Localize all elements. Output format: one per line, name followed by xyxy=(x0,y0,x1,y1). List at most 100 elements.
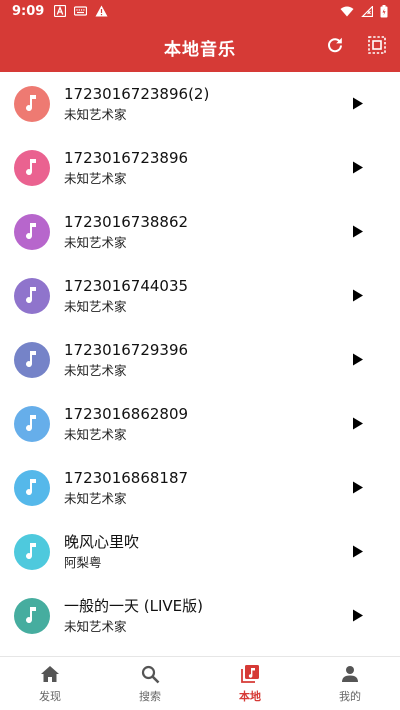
song-info: 1723016744035 未知艺术家 xyxy=(64,277,344,315)
song-row[interactable]: 1723016868187 未知艺术家 xyxy=(0,456,400,520)
song-artist: 未知艺术家 xyxy=(64,363,127,378)
song-info: 1723016738862 未知艺术家 xyxy=(64,213,344,251)
song-row[interactable]: 晚风心里吹 阿梨粤 xyxy=(0,520,400,584)
music-note-icon xyxy=(24,541,40,563)
song-cover xyxy=(14,278,50,314)
play-button[interactable] xyxy=(344,154,372,182)
keyboard-icon xyxy=(74,6,88,16)
play-button[interactable] xyxy=(344,282,372,310)
song-row[interactable]: 一般的一天 (LIVE版) 未知艺术家 xyxy=(0,584,400,648)
music-note-icon xyxy=(24,349,40,371)
music-note-icon xyxy=(24,605,40,627)
play-button[interactable] xyxy=(344,218,372,246)
song-info: 1723016868187 未知艺术家 xyxy=(64,469,344,507)
play-button[interactable] xyxy=(344,346,372,374)
music-note-icon xyxy=(24,93,40,115)
nav-item[interactable]: 搜索 xyxy=(100,657,200,710)
song-artist: 未知艺术家 xyxy=(64,427,127,442)
song-info: 晚风心里吹 阿梨粤 xyxy=(64,533,344,571)
song-artist: 未知艺术家 xyxy=(64,491,127,506)
nav-item[interactable]: 发现 xyxy=(0,657,100,710)
song-title: 1723016729396 xyxy=(64,341,189,359)
search-icon xyxy=(141,663,160,685)
no-signal-icon xyxy=(361,5,373,17)
music-note-icon xyxy=(24,221,40,243)
refresh-button[interactable] xyxy=(322,34,348,60)
bottom-nav: 发现 搜索 本地 我的 xyxy=(0,656,400,710)
home-icon xyxy=(40,663,60,685)
play-icon xyxy=(352,351,364,370)
play-icon xyxy=(352,223,364,242)
select-all-button[interactable] xyxy=(364,34,390,60)
play-icon xyxy=(352,95,364,114)
play-icon xyxy=(352,607,364,626)
a-notification-icon xyxy=(54,5,67,17)
song-title: 一般的一天 (LIVE版) xyxy=(64,597,203,615)
status-time: 9:09 xyxy=(12,3,45,19)
local-music-icon xyxy=(240,663,260,685)
nav-item[interactable]: 本地 xyxy=(200,657,300,710)
song-cover xyxy=(14,214,50,250)
play-button[interactable] xyxy=(344,90,372,118)
play-button[interactable] xyxy=(344,474,372,502)
select-all-icon xyxy=(368,36,386,58)
song-cover xyxy=(14,470,50,506)
song-row[interactable]: 1723016723896(2) 未知艺术家 xyxy=(0,72,400,136)
song-row[interactable]: 1723016723896 未知艺术家 xyxy=(0,136,400,200)
person-icon xyxy=(341,663,359,685)
page-title: 本地音乐 xyxy=(164,39,236,60)
song-cover xyxy=(14,406,50,442)
song-title: 1723016868187 xyxy=(64,469,189,487)
song-info: 1723016729396 未知艺术家 xyxy=(64,341,344,379)
song-row[interactable]: 1723016729396 未知艺术家 xyxy=(0,328,400,392)
song-artist: 阿梨粤 xyxy=(64,555,102,570)
song-info: 1723016862809 未知艺术家 xyxy=(64,405,344,443)
song-cover xyxy=(14,86,50,122)
nav-label: 搜索 xyxy=(139,690,161,703)
nav-label: 发现 xyxy=(39,690,61,703)
song-row[interactable]: 1723016862809 未知艺术家 xyxy=(0,392,400,456)
nav-label: 我的 xyxy=(339,690,361,703)
song-info: 一般的一天 (LIVE版) 未知艺术家 xyxy=(64,597,344,635)
music-note-icon xyxy=(24,157,40,179)
song-title: 1723016862809 xyxy=(64,405,189,423)
play-icon xyxy=(352,415,364,434)
status-bar: 9:09 xyxy=(0,0,400,22)
song-artist: 未知艺术家 xyxy=(64,299,127,314)
play-icon xyxy=(352,159,364,178)
battery-icon xyxy=(380,4,388,18)
song-cover xyxy=(14,534,50,570)
play-button[interactable] xyxy=(344,538,372,566)
play-button[interactable] xyxy=(344,602,372,630)
title-bar: 本地音乐 xyxy=(0,22,400,72)
play-icon xyxy=(352,287,364,306)
song-artist: 未知艺术家 xyxy=(64,619,127,634)
play-icon xyxy=(352,543,364,562)
song-title: 1723016723896(2) xyxy=(64,85,210,103)
song-info: 1723016723896(2) 未知艺术家 xyxy=(64,85,344,123)
music-note-icon xyxy=(24,413,40,435)
warning-icon xyxy=(95,5,108,17)
play-icon xyxy=(352,479,364,498)
song-cover xyxy=(14,342,50,378)
music-note-icon xyxy=(24,477,40,499)
song-title: 1723016723896 xyxy=(64,149,189,167)
song-title: 1723016744035 xyxy=(64,277,189,295)
music-note-icon xyxy=(24,285,40,307)
nav-item[interactable]: 我的 xyxy=(300,657,400,710)
song-row[interactable]: 1723016744035 未知艺术家 xyxy=(0,264,400,328)
song-cover xyxy=(14,598,50,634)
song-artist: 未知艺术家 xyxy=(64,171,127,186)
song-title: 1723016738862 xyxy=(64,213,189,231)
song-list: 1723016723896(2) 未知艺术家 1723016723896 未知艺术家 1… xyxy=(0,72,400,656)
song-title: 晚风心里吹 xyxy=(64,533,140,551)
wifi-icon xyxy=(340,6,354,17)
play-button[interactable] xyxy=(344,410,372,438)
song-info: 1723016723896 未知艺术家 xyxy=(64,149,344,187)
nav-label: 本地 xyxy=(239,690,261,703)
song-cover xyxy=(14,150,50,186)
song-artist: 未知艺术家 xyxy=(64,235,127,250)
song-artist: 未知艺术家 xyxy=(64,107,127,122)
song-row[interactable]: 1723016738862 未知艺术家 xyxy=(0,200,400,264)
app-header: 9:09 本地音乐 xyxy=(0,0,400,72)
